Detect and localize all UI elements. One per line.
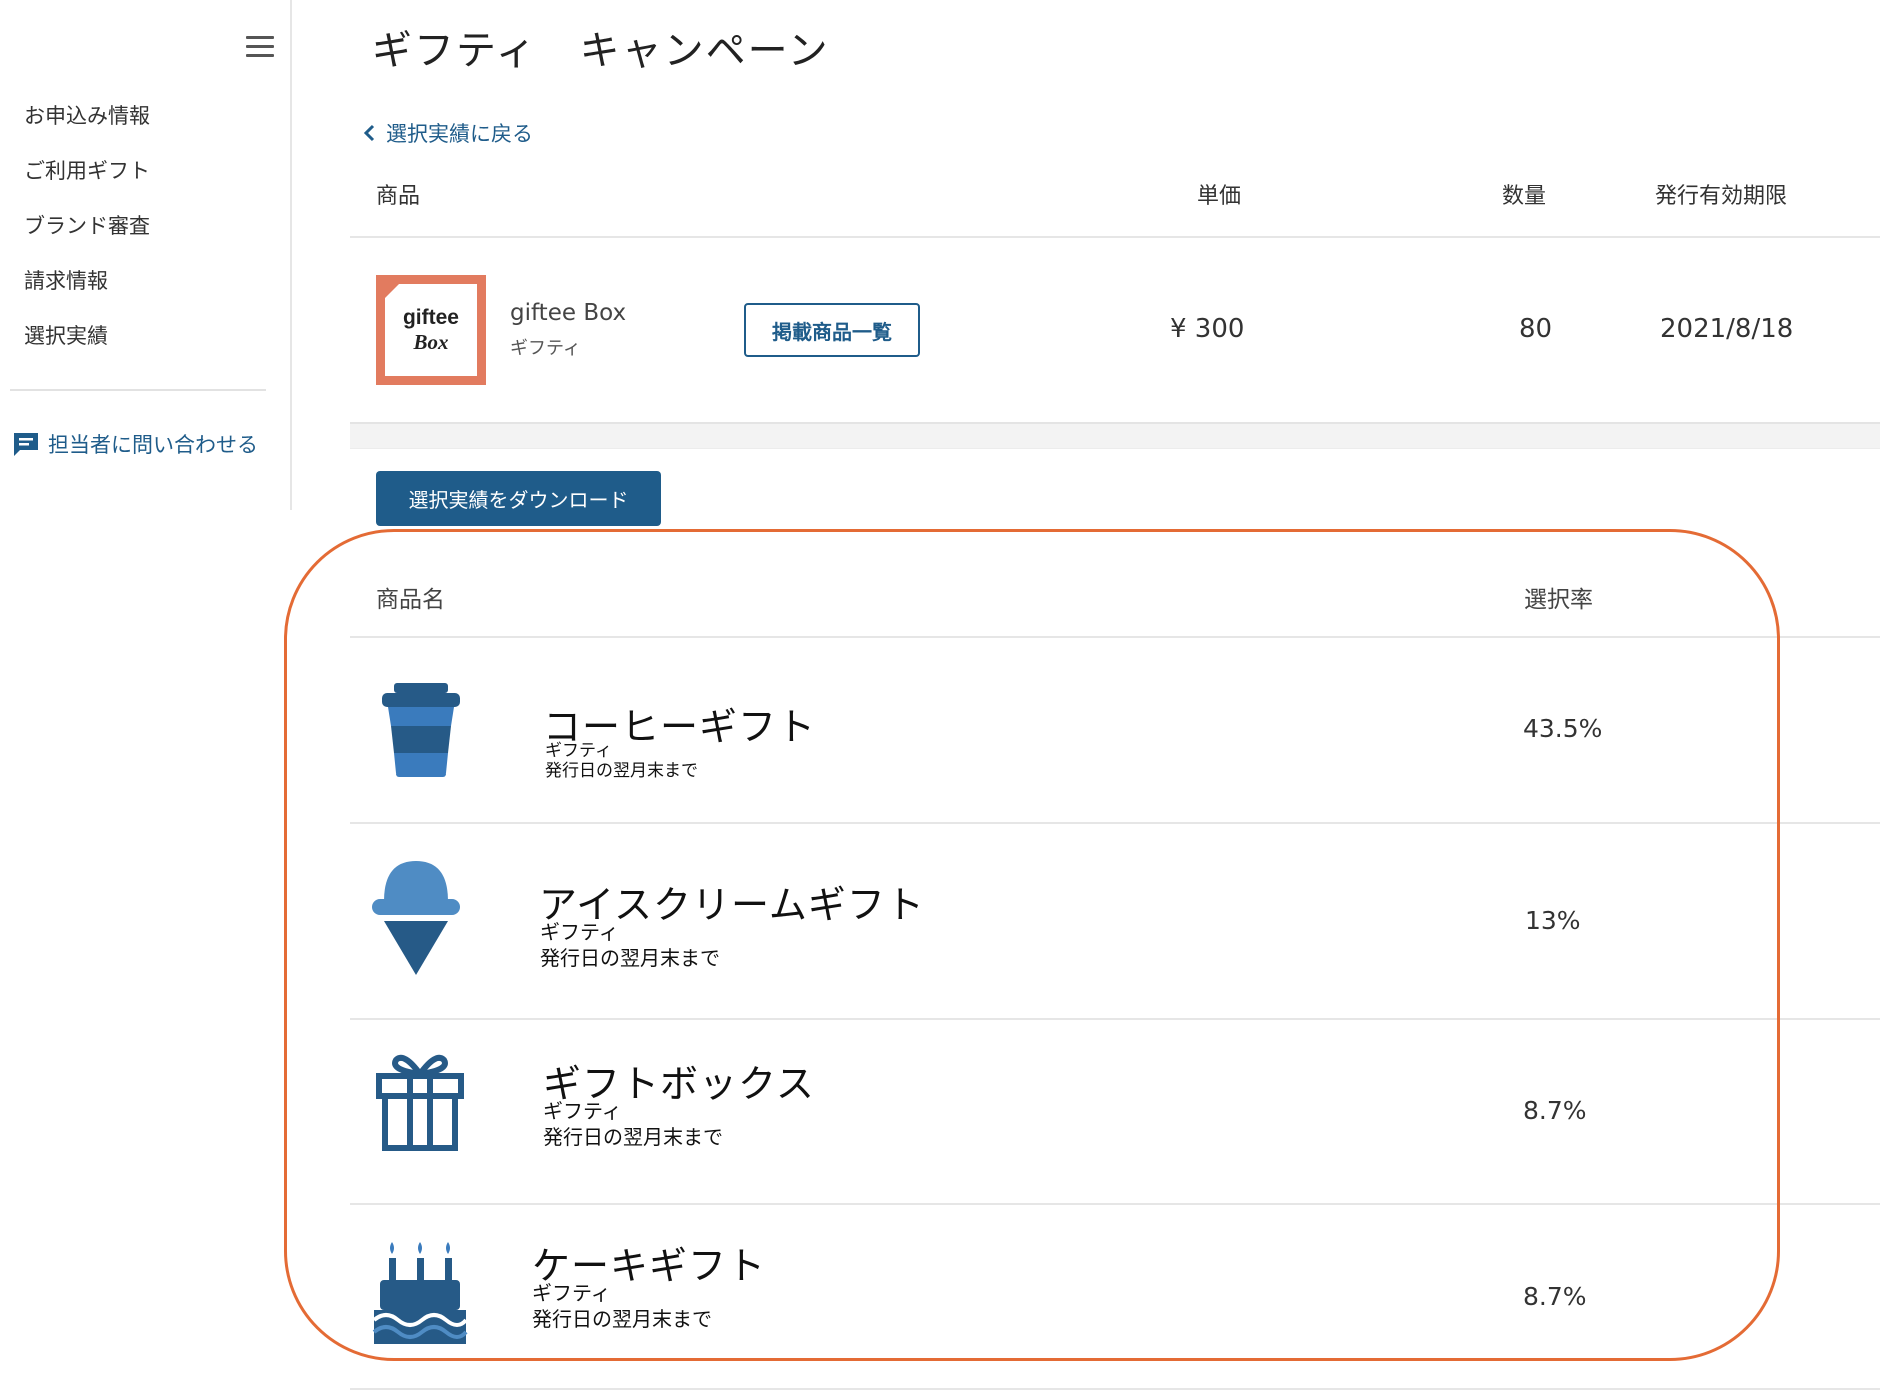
- sidebar-item-used-gifts[interactable]: ご利用ギフト: [24, 155, 150, 210]
- listed-products-button[interactable]: 掲載商品一覧: [744, 303, 920, 357]
- selection-rate: 8.7%: [1523, 1282, 1587, 1311]
- product-brand: ギフティ: [510, 338, 581, 359]
- highlight-outline: [284, 529, 1780, 1361]
- sidebar-item-billing-info[interactable]: 請求情報: [24, 265, 150, 320]
- ice-cream-icon: [370, 857, 462, 983]
- row-divider: [350, 822, 1880, 824]
- header-unit-price: 単価: [1197, 184, 1242, 209]
- header-item-name: 商品名: [376, 587, 445, 613]
- product-name: giftee Box: [510, 300, 627, 326]
- results-header-divider: [350, 636, 1880, 638]
- chevron-left-icon: [363, 124, 375, 142]
- selection-rate: 8.7%: [1523, 1096, 1587, 1125]
- row-divider: [350, 1018, 1880, 1020]
- section-separator: [350, 422, 1880, 449]
- sidebar-item-selection-results[interactable]: 選択実績: [24, 320, 150, 375]
- header-expiry: 発行有効期限: [1655, 184, 1788, 209]
- item-validity: 発行日の翌月末まで: [540, 946, 720, 970]
- hamburger-menu-icon[interactable]: [246, 36, 274, 58]
- giftee-box-logo: giftee Box: [376, 275, 486, 385]
- logo-text-giftee: giftee: [402, 305, 459, 329]
- coffee-cup-icon: [378, 683, 464, 783]
- expiry-value: 2021/8/18: [1660, 314, 1794, 344]
- header-selection-rate: 選択率: [1524, 587, 1593, 613]
- selection-rate: 43.5%: [1523, 714, 1603, 743]
- row-divider: [350, 1388, 1880, 1390]
- back-link-label: 選択実績に戻る: [386, 122, 533, 146]
- quantity-value: 80: [1519, 314, 1553, 344]
- row-divider: [350, 1203, 1880, 1205]
- download-results-button[interactable]: 選択実績をダウンロード: [376, 471, 661, 526]
- header-product: 商品: [376, 184, 421, 209]
- selection-rate: 13%: [1525, 906, 1581, 935]
- logo-text-box: Box: [413, 329, 449, 354]
- item-brand: ギフティ: [540, 920, 619, 944]
- sidebar-item-application-info[interactable]: お申込み情報: [24, 100, 150, 155]
- gift-box-icon: [374, 1050, 466, 1156]
- header-quantity: 数量: [1502, 184, 1547, 209]
- item-brand: ギフティ: [545, 741, 612, 761]
- item-validity: 発行日の翌月末まで: [545, 761, 698, 781]
- unit-price-value: ¥ 300: [1170, 314, 1245, 344]
- item-brand: ギフティ: [543, 1099, 622, 1123]
- sidebar-nav: お申込み情報 ご利用ギフト ブランド審査 請求情報 選択実績: [24, 100, 150, 375]
- item-brand: ギフティ: [532, 1281, 611, 1305]
- sidebar: お申込み情報 ご利用ギフト ブランド審査 請求情報 選択実績 担当者に問い合わせ…: [0, 0, 292, 510]
- back-link[interactable]: 選択実績に戻る: [362, 118, 533, 148]
- page-title: ギフティ キャンペーン: [372, 28, 830, 74]
- cake-icon: [372, 1238, 468, 1350]
- sidebar-item-brand-review[interactable]: ブランド審査: [24, 210, 150, 265]
- contact-link[interactable]: 担当者に問い合わせる: [12, 429, 258, 459]
- header-divider: [350, 236, 1880, 238]
- chat-bubble-icon: [14, 433, 38, 456]
- sidebar-divider: [10, 389, 266, 391]
- contact-label: 担当者に問い合わせる: [48, 433, 258, 457]
- item-validity: 発行日の翌月末まで: [543, 1125, 723, 1149]
- item-validity: 発行日の翌月末まで: [532, 1307, 712, 1331]
